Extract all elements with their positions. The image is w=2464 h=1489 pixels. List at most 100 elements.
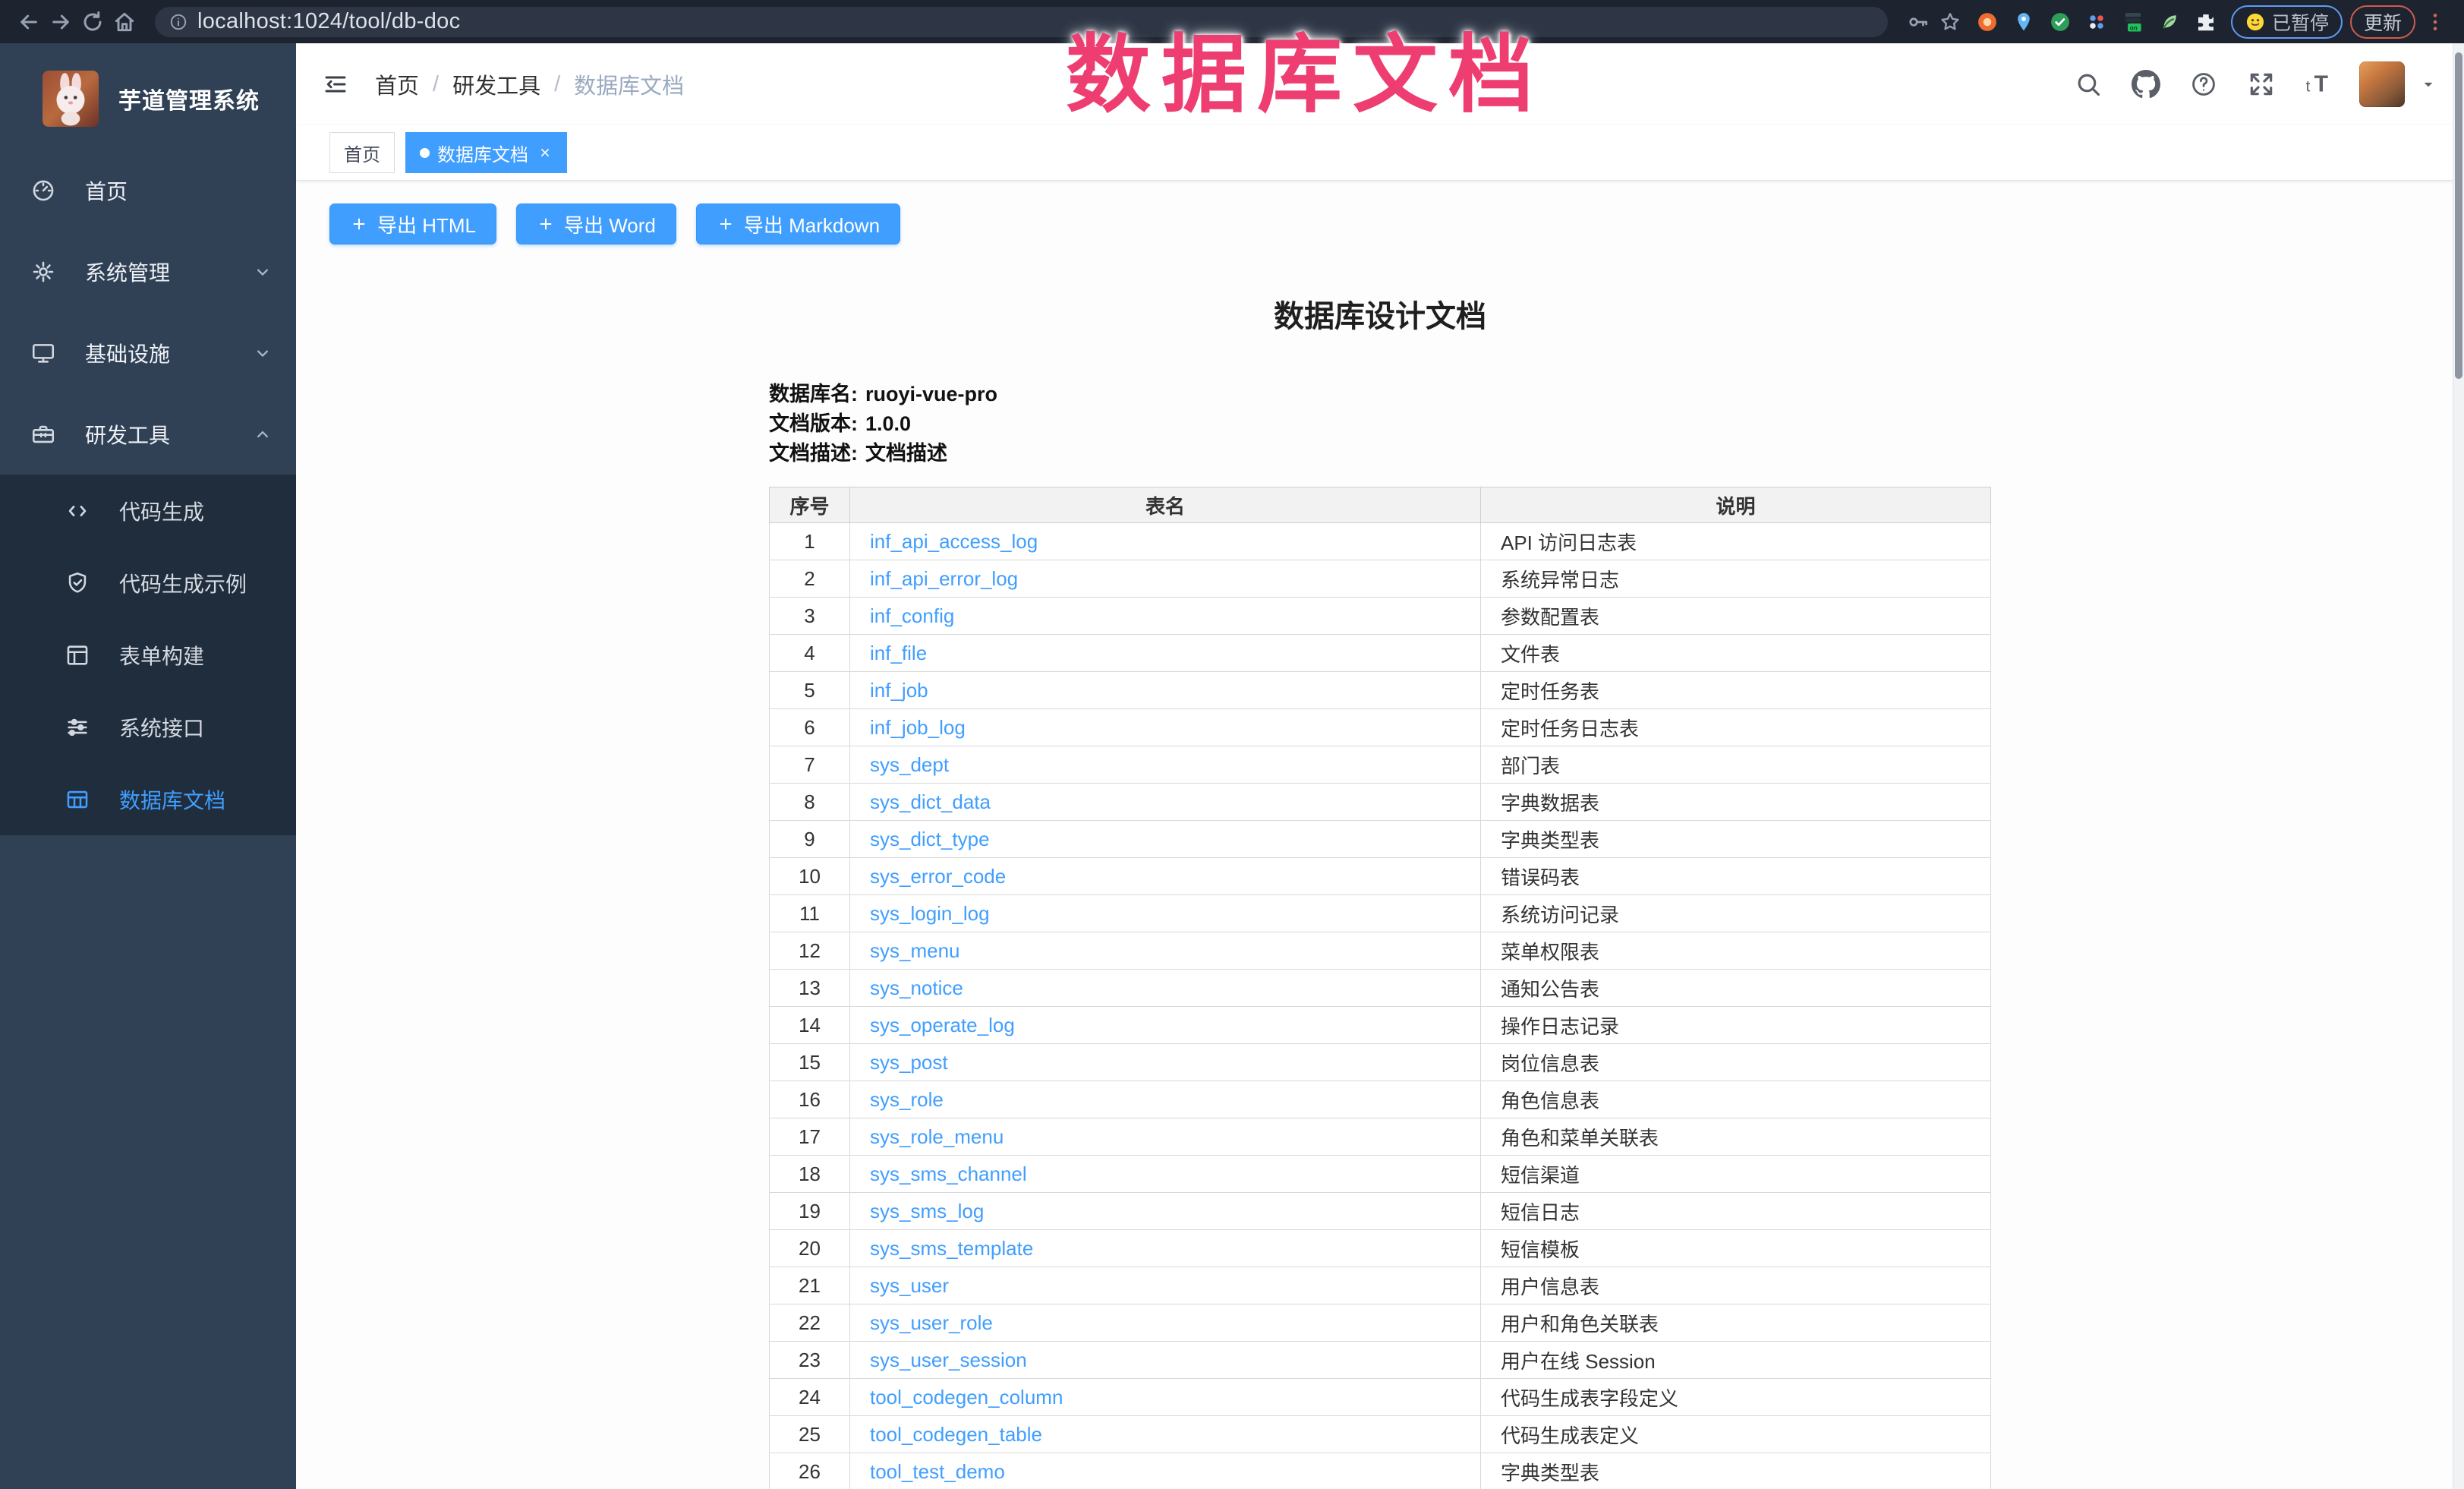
table-name-link[interactable]: inf_job_log xyxy=(870,716,966,739)
search-icon[interactable] xyxy=(2074,70,2103,99)
table-name-link[interactable]: sys_role xyxy=(870,1088,944,1111)
tag-close-icon[interactable] xyxy=(537,145,553,160)
sidebar-item-数据库文档[interactable]: 数据库文档 xyxy=(0,763,296,835)
export-button-导出 Markdown[interactable]: 导出 Markdown xyxy=(696,203,900,244)
table-cell-name: sys_menu xyxy=(850,932,1481,970)
table-row: 10sys_error_code错误码表 xyxy=(770,858,1991,895)
tag-首页[interactable]: 首页 xyxy=(329,132,395,173)
app-logo-row[interactable]: 芋道管理系统 xyxy=(0,43,296,150)
bookmark-star-icon[interactable] xyxy=(1938,10,1962,34)
table-name-link[interactable]: sys_role_menu xyxy=(870,1125,1004,1148)
table-cell-description: 角色信息表 xyxy=(1481,1081,1991,1118)
table-name-link[interactable]: tool_test_demo xyxy=(870,1460,1005,1483)
table-name-link[interactable]: sys_operate_log xyxy=(870,1014,1015,1036)
table-cell-name: sys_sms_template xyxy=(850,1230,1481,1267)
forward-icon[interactable] xyxy=(49,10,73,34)
table-name-link[interactable]: sys_dict_data xyxy=(870,790,991,813)
sidebar-toggle-icon[interactable] xyxy=(322,71,349,98)
green-check-extension-icon[interactable] xyxy=(2049,11,2072,33)
sidebar-item-系统接口[interactable]: 系统接口 xyxy=(0,691,296,763)
sync-paused-chip[interactable]: 已暂停 xyxy=(2231,5,2343,39)
table-name-link[interactable]: sys_post xyxy=(870,1051,948,1074)
fullscreen-icon[interactable] xyxy=(2247,70,2276,99)
table-name-link[interactable]: sys_sms_log xyxy=(870,1200,984,1222)
help-icon[interactable] xyxy=(2189,70,2218,99)
table-cell-description: 菜单权限表 xyxy=(1481,932,1991,970)
export-button-导出 Word[interactable]: 导出 Word xyxy=(516,203,676,244)
table-row: 23sys_user_session用户在线 Session xyxy=(770,1342,1991,1379)
table-row: 3inf_config参数配置表 xyxy=(770,598,1991,635)
table-name-link[interactable]: sys_notice xyxy=(870,976,963,999)
avatar-caret-down-icon[interactable] xyxy=(2418,74,2438,94)
table-row: 18sys_sms_channel短信渠道 xyxy=(770,1156,1991,1193)
user-avatar[interactable] xyxy=(2359,62,2405,107)
export-button-导出 HTML[interactable]: 导出 HTML xyxy=(329,203,496,244)
address-bar[interactable]: localhost:1024/tool/db-doc xyxy=(155,7,1888,37)
browser-menu-icon[interactable] xyxy=(2423,10,2447,34)
page-scrollbar[interactable] xyxy=(2453,43,2464,1489)
table-name-link[interactable]: sys_dict_type xyxy=(870,828,990,850)
stack-on-extension-icon[interactable]: on xyxy=(2122,11,2144,33)
back-icon[interactable] xyxy=(17,10,41,34)
table-name-link[interactable]: sys_user xyxy=(870,1274,949,1297)
sidebar-item-label: 系统管理 xyxy=(85,257,252,287)
table-name-link[interactable]: sys_user_session xyxy=(870,1349,1027,1371)
dot-grid-extension-icon[interactable] xyxy=(2085,11,2108,33)
table-cell-name: sys_role xyxy=(850,1081,1481,1118)
sidebar-item-label: 表单构建 xyxy=(119,640,273,670)
reload-icon[interactable] xyxy=(80,10,105,34)
breadcrumb-item[interactable]: 首页 xyxy=(375,68,419,100)
table-name-link[interactable]: sys_login_log xyxy=(870,902,990,925)
meta-value: ruoyi-vue-pro xyxy=(865,383,997,405)
scrollbar-thumb[interactable] xyxy=(2455,52,2462,379)
home-icon[interactable] xyxy=(112,10,137,34)
table-name-link[interactable]: sys_user_role xyxy=(870,1311,993,1334)
puzzle-extension-icon[interactable] xyxy=(2195,11,2217,33)
sidebar: 芋道管理系统 首页系统管理基础设施研发工具代码生成代码生成示例表单构建系统接口数… xyxy=(0,43,296,1489)
table-name-link[interactable]: tool_codegen_table xyxy=(870,1423,1042,1446)
table-cell-index: 20 xyxy=(770,1230,850,1267)
table-row: 15sys_post岗位信息表 xyxy=(770,1044,1991,1081)
breadcrumb-item[interactable]: 研发工具 xyxy=(452,68,540,100)
table-cell-description: 用户信息表 xyxy=(1481,1267,1991,1304)
table-name-link[interactable]: inf_job xyxy=(870,679,928,702)
key-icon[interactable] xyxy=(1906,10,1930,34)
leaf-extension-icon[interactable] xyxy=(2158,11,2181,33)
pin-extension-icon[interactable] xyxy=(2012,11,2035,33)
document-meta: 数据库名:ruoyi-vue-pro文档版本:1.0.0文档描述:文档描述 xyxy=(769,380,1991,468)
sidebar-item-label: 代码生成示例 xyxy=(119,568,273,598)
table-name-link[interactable]: sys_menu xyxy=(870,939,960,962)
github-icon[interactable] xyxy=(2132,70,2160,99)
sidebar-item-基础设施[interactable]: 基础设施 xyxy=(0,312,296,393)
sidebar-menu: 首页系统管理基础设施研发工具代码生成代码生成示例表单构建系统接口数据库文档 xyxy=(0,150,296,835)
sidebar-item-首页[interactable]: 首页 xyxy=(0,150,296,231)
table-name-link[interactable]: inf_config xyxy=(870,604,954,627)
table-cell-name: inf_file xyxy=(850,635,1481,672)
tag-数据库文档[interactable]: 数据库文档 xyxy=(405,132,567,173)
update-chip[interactable]: 更新 xyxy=(2350,5,2415,39)
table-name-link[interactable]: tool_codegen_column xyxy=(870,1386,1063,1409)
font-size-icon[interactable]: tT xyxy=(2305,70,2333,99)
sidebar-item-代码生成[interactable]: 代码生成 xyxy=(0,475,296,547)
table-name-link[interactable]: inf_api_error_log xyxy=(870,567,1018,590)
shield-check-icon xyxy=(65,570,90,596)
table-name-link[interactable]: sys_error_code xyxy=(870,865,1006,888)
orange-circle-extension-icon[interactable] xyxy=(1976,11,1999,33)
sidebar-item-label: 数据库文档 xyxy=(119,784,273,815)
table-name-link[interactable]: sys_sms_channel xyxy=(870,1162,1027,1185)
sidebar-item-代码生成示例[interactable]: 代码生成示例 xyxy=(0,547,296,619)
table-cell-description: 字典数据表 xyxy=(1481,784,1991,821)
sidebar-item-研发工具[interactable]: 研发工具 xyxy=(0,393,296,475)
table-name-link[interactable]: sys_dept xyxy=(870,753,949,776)
table-cell-index: 2 xyxy=(770,560,850,598)
sidebar-item-系统管理[interactable]: 系统管理 xyxy=(0,231,296,312)
chevron-down-icon xyxy=(252,342,273,364)
info-icon[interactable] xyxy=(169,12,188,32)
table-cell-description: 短信日志 xyxy=(1481,1193,1991,1230)
sidebar-item-表单构建[interactable]: 表单构建 xyxy=(0,619,296,691)
sidebar-item-label: 首页 xyxy=(85,175,273,206)
table-cell-name: sys_notice xyxy=(850,970,1481,1007)
table-name-link[interactable]: sys_sms_template xyxy=(870,1237,1033,1260)
table-name-link[interactable]: inf_file xyxy=(870,642,927,664)
table-name-link[interactable]: inf_api_access_log xyxy=(870,530,1038,553)
